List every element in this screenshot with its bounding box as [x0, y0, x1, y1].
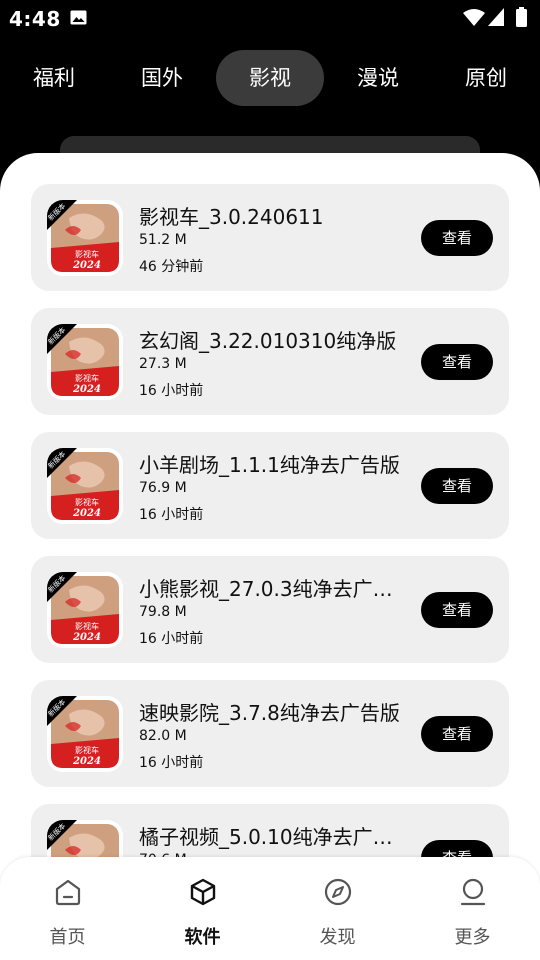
icon-brand-text: 影视车: [75, 497, 99, 507]
view-button[interactable]: 查看: [421, 344, 493, 380]
gallery-notification-icon: [70, 10, 87, 25]
icon-brand-year: 2024: [72, 756, 101, 767]
cellular-signal-icon: [488, 8, 504, 26]
app-icon: 影视车 2024 新版本: [47, 324, 123, 400]
app-name: 小熊影视_27.0.3纯净去广告版: [139, 577, 409, 601]
status-bar: 4:48: [0, 0, 540, 36]
icon-brand-text: 影视车: [75, 249, 99, 259]
bottom-nav: 首页 软件 发现 更多: [0, 857, 540, 960]
app-card[interactable]: 影视车 2024 新版本 影视车_3.0.240611 51.2 M 46 分钟…: [31, 184, 509, 291]
app-size: 79.8 M: [139, 604, 187, 620]
icon-brand-year: 2024: [72, 384, 101, 395]
nav-discover-label: 发现: [319, 927, 356, 948]
nav-discover[interactable]: 发现: [270, 857, 405, 960]
app-card[interactable]: 影视车 2024 新版本 小熊影视_27.0.3纯净去广告版 79.8 M 16…: [31, 556, 509, 663]
app-updated-time: 16 小时前: [139, 755, 204, 771]
tab-manshuo[interactable]: 漫说: [324, 50, 432, 106]
cube-icon: [190, 878, 216, 906]
view-button[interactable]: 查看: [421, 592, 493, 628]
nav-home-label: 首页: [49, 927, 86, 948]
person-icon: [460, 878, 486, 906]
nav-software[interactable]: 软件: [135, 857, 270, 960]
home-icon: [55, 879, 81, 906]
view-button[interactable]: 查看: [421, 468, 493, 504]
app-icon-image: 影视车 2024 新版本: [47, 448, 123, 524]
tab-fuli[interactable]: 福利: [0, 50, 108, 106]
icon-brand-year: 2024: [72, 508, 101, 519]
app-size: 82.0 M: [139, 728, 187, 744]
view-button[interactable]: 查看: [421, 716, 493, 752]
app-icon: 影视车 2024 新版本: [47, 200, 123, 276]
category-tabs: 福利 国外 影视 漫说 原创: [0, 50, 540, 106]
nav-more-label: 更多: [454, 927, 491, 948]
app-name: 影视车_3.0.240611: [139, 205, 324, 229]
app-icon: 影视车 2024 新版本: [47, 572, 123, 648]
app-size: 76.9 M: [139, 480, 187, 496]
app-icon-image: 影视车 2024 新版本: [47, 572, 123, 648]
app-icon-image: 影视车 2024 新版本: [47, 324, 123, 400]
icon-brand-year: 2024: [72, 260, 101, 271]
app-updated-time: 16 小时前: [139, 631, 204, 647]
nav-more[interactable]: 更多: [405, 857, 540, 960]
icon-brand-text: 影视车: [75, 621, 99, 631]
app-card[interactable]: 影视车 2024 新版本 玄幻阁_3.22.010310纯净版 27.3 M 1…: [31, 308, 509, 415]
app-size: 27.3 M: [139, 356, 187, 372]
app-list-sheet[interactable]: 影视车 2024 新版本 影视车_3.0.240611 51.2 M 46 分钟…: [0, 153, 540, 960]
app-updated-time: 16 小时前: [139, 507, 204, 523]
app-size: 51.2 M: [139, 232, 187, 248]
icon-brand-text: 影视车: [75, 745, 99, 755]
app-card[interactable]: 影视车 2024 新版本 小羊剧场_1.1.1纯净去广告版 76.9 M 16 …: [31, 432, 509, 539]
tab-yingshi[interactable]: 影视: [216, 50, 324, 106]
app-icon-image: 影视车 2024 新版本: [47, 696, 123, 772]
tab-yuanchuang[interactable]: 原创: [432, 50, 540, 106]
app-name: 橘子视频_5.0.10纯净去广告版: [139, 825, 409, 849]
app-icon-image: 影视车 2024 新版本: [47, 200, 123, 276]
clock: 4:48: [9, 7, 61, 31]
app-name: 玄幻阁_3.22.010310纯净版: [139, 329, 397, 353]
nav-software-label: 软件: [184, 927, 221, 948]
compass-icon: [324, 878, 352, 906]
app-updated-time: 16 小时前: [139, 383, 204, 399]
app-name: 速映影院_3.7.8纯净去广告版: [139, 701, 400, 725]
icon-brand-text: 影视车: [75, 373, 99, 383]
app-name: 小羊剧场_1.1.1纯净去广告版: [139, 453, 400, 477]
icon-brand-year: 2024: [72, 632, 101, 643]
wifi-icon: [463, 9, 485, 26]
nav-home[interactable]: 首页: [0, 857, 135, 960]
tab-guowai[interactable]: 国外: [108, 50, 216, 106]
app-card[interactable]: 影视车 2024 新版本 速映影院_3.7.8纯净去广告版 82.0 M 16 …: [31, 680, 509, 787]
app-updated-time: 46 分钟前: [139, 259, 204, 275]
app-icon: 影视车 2024 新版本: [47, 696, 123, 772]
view-button[interactable]: 查看: [421, 220, 493, 256]
battery-icon: [516, 7, 527, 27]
app-icon: 影视车 2024 新版本: [47, 448, 123, 524]
